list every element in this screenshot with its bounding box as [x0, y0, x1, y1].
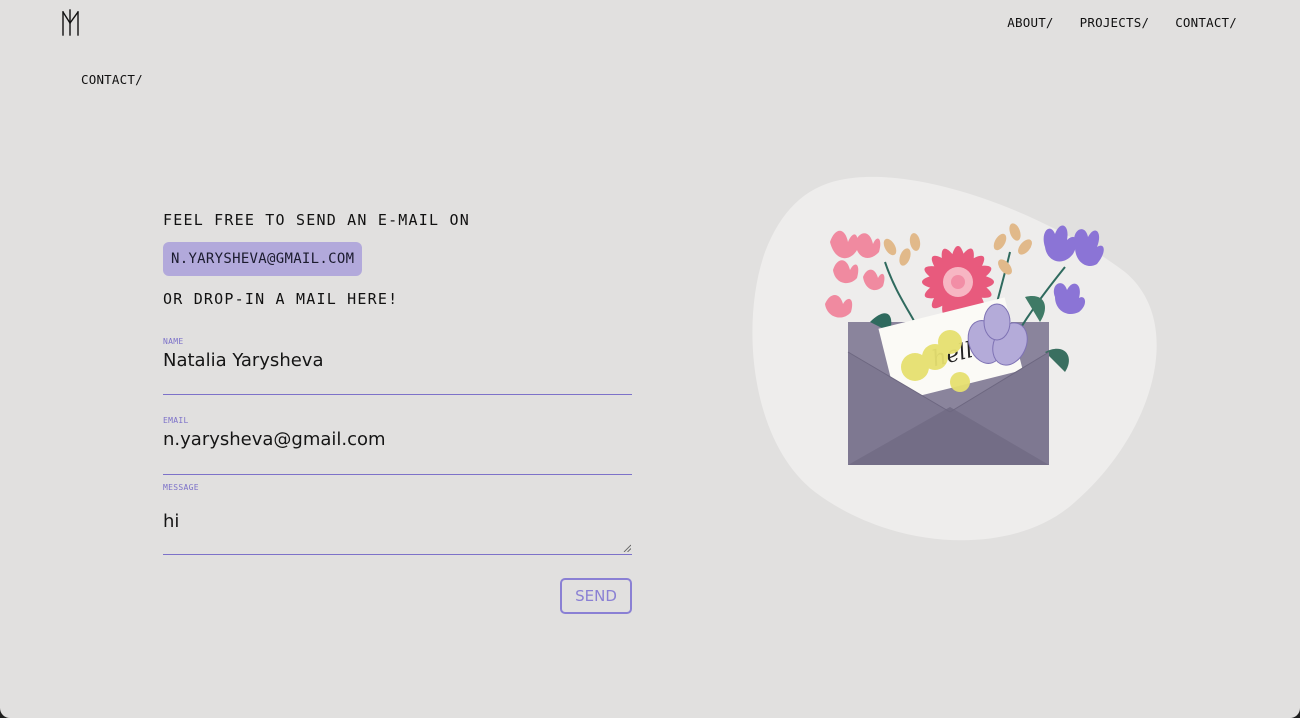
- top-nav: ABOUT/ PROJECTS/ CONTACT/: [1007, 15, 1237, 30]
- nav-projects-link[interactable]: PROJECTS/: [1080, 15, 1150, 30]
- envelope-flowers-illustration: hello: [752, 176, 1157, 541]
- email-label: EMAIL: [163, 416, 189, 425]
- intro-heading: FEEL FREE TO SEND AN E-MAIL ON: [163, 211, 470, 229]
- send-button[interactable]: SEND: [560, 578, 632, 614]
- name-label: NAME: [163, 337, 184, 346]
- nav-about-link[interactable]: ABOUT/: [1007, 15, 1053, 30]
- message-field-group: MESSAGE hi: [163, 483, 632, 555]
- intro-subheading: OR DROP-IN A MAIL HERE!: [163, 290, 399, 308]
- resize-handle-icon[interactable]: [623, 544, 631, 552]
- message-label: MESSAGE: [163, 483, 199, 492]
- monogram-logo-icon[interactable]: [61, 9, 80, 36]
- message-textarea[interactable]: hi: [163, 492, 632, 555]
- name-field-group: NAME Natalia Yarysheva: [163, 337, 632, 395]
- email-input[interactable]: n.yarysheva@gmail.com: [163, 425, 632, 475]
- nav-contact-link[interactable]: CONTACT/: [1175, 15, 1237, 30]
- email-field-group: EMAIL n.yarysheva@gmail.com: [163, 416, 632, 475]
- email-link[interactable]: N.YARYSHEVA@GMAIL.COM: [163, 242, 363, 276]
- contact-page: ABOUT/ PROJECTS/ CONTACT/ CONTACT/ FEEL …: [0, 0, 1300, 718]
- breadcrumb: CONTACT/: [81, 72, 143, 87]
- name-input[interactable]: Natalia Yarysheva: [163, 346, 632, 395]
- message-text: hi: [163, 511, 180, 532]
